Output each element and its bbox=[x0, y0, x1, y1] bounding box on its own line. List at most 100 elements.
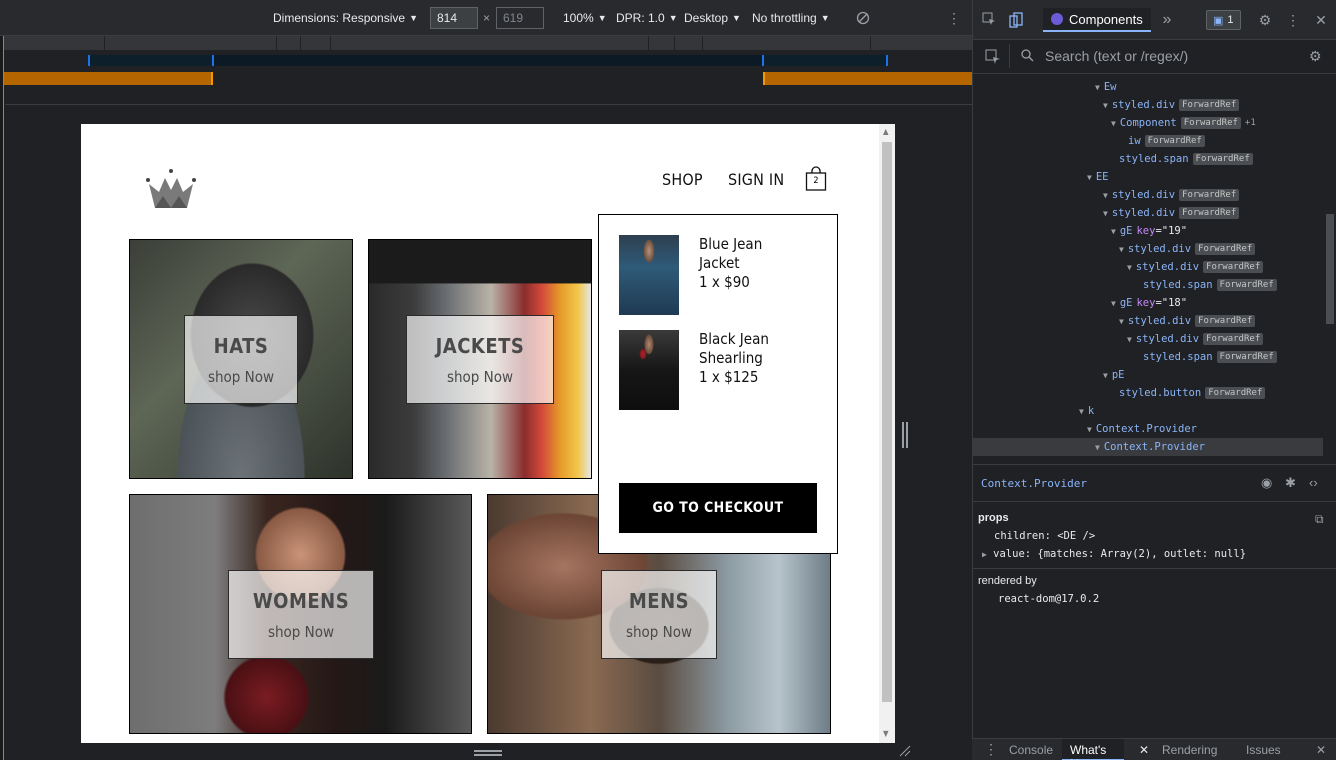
tree-node[interactable]: ▼ styled.div ForwardRef bbox=[1127, 330, 1264, 348]
expand-arrow-icon[interactable]: ▼ bbox=[1111, 299, 1116, 308]
tab-console[interactable]: Console bbox=[1009, 743, 1053, 757]
select-element-icon[interactable] bbox=[985, 49, 1001, 70]
settings-gear-icon[interactable]: ⚙ bbox=[1257, 12, 1273, 28]
react-icon bbox=[1051, 13, 1063, 25]
dpr-dropdown[interactable]: DPR: 1.0 ▼ bbox=[616, 0, 678, 36]
expand-arrow-icon[interactable]: ▼ bbox=[1127, 263, 1132, 272]
eye-icon[interactable]: ◉ bbox=[1261, 475, 1272, 491]
tree-node[interactable]: ▼ styled.div ForwardRef bbox=[1119, 240, 1256, 258]
tree-node[interactable]: ▼ Context.Provider bbox=[1095, 438, 1205, 456]
expand-arrow-icon[interactable]: ▼ bbox=[1103, 191, 1108, 200]
device-toggle-icon[interactable] bbox=[1008, 12, 1024, 28]
height-input[interactable]: 619 bbox=[496, 7, 544, 29]
crown-logo[interactable] bbox=[145, 168, 197, 210]
throttling-dropdown[interactable]: No throttling ▼ bbox=[752, 0, 830, 36]
close-tab-icon[interactable]: ✕ bbox=[1139, 743, 1149, 757]
prop-value-row[interactable]: ▶ value: {matches: Array(2), outlet: nul… bbox=[982, 548, 1336, 560]
tree-node[interactable]: styled.span ForwardRef bbox=[1119, 150, 1253, 168]
tree-node[interactable]: iw ForwardRef bbox=[1128, 132, 1205, 150]
more-tabs-icon[interactable]: » bbox=[1159, 12, 1175, 28]
nav-shop-link[interactable]: SHOP bbox=[662, 170, 703, 189]
tree-node[interactable]: ▼ styled.div ForwardRef bbox=[1103, 204, 1240, 222]
tree-node[interactable]: ▼ styled.div ForwardRef bbox=[1103, 96, 1240, 114]
tree-node[interactable]: ▼ Ew bbox=[1095, 78, 1116, 96]
dimensions-dropdown[interactable]: Dimensions: Responsive ▼ bbox=[273, 0, 418, 36]
expand-arrow-icon[interactable]: ▼ bbox=[1087, 173, 1092, 182]
bug-icon[interactable]: ✱ bbox=[1285, 475, 1296, 491]
expand-arrow-icon[interactable]: ▼ bbox=[1111, 227, 1116, 236]
scrollbar-thumb[interactable] bbox=[1326, 214, 1334, 324]
tree-node[interactable]: ▼ styled.div ForwardRef bbox=[1119, 312, 1256, 330]
view-source-icon[interactable]: ‹› bbox=[1309, 475, 1318, 490]
tree-scrollbar[interactable] bbox=[1323, 74, 1336, 462]
expand-arrow-icon[interactable]: ▼ bbox=[1103, 371, 1108, 380]
tab-whats-new[interactable]: What's New bbox=[1062, 739, 1124, 760]
nav-sign-in-link[interactable]: SIGN IN bbox=[728, 170, 784, 189]
close-drawer-icon[interactable]: ✕ bbox=[1316, 743, 1326, 757]
rotate-icon[interactable] bbox=[856, 0, 870, 36]
prop-value: value: {matches: Array(2), outlet: null} bbox=[993, 548, 1247, 560]
tab-rendering[interactable]: Rendering bbox=[1162, 743, 1217, 757]
emulated-page: SHOP SIGN IN 2 HATS shop Now JACKETS sho… bbox=[81, 124, 895, 743]
category-label-box: MENS shop Now bbox=[601, 570, 717, 659]
scrollbar-thumb[interactable] bbox=[882, 142, 892, 702]
tree-node[interactable]: ▼ pE bbox=[1103, 366, 1124, 384]
category-tile-womens[interactable]: WOMENS shop Now bbox=[129, 494, 472, 734]
zoom-dropdown[interactable]: 100% ▼ bbox=[563, 0, 607, 36]
resize-handle-bottom[interactable] bbox=[474, 750, 502, 758]
expand-arrow-icon[interactable]: ▼ bbox=[1103, 209, 1108, 218]
media-query-bar-blue[interactable] bbox=[4, 51, 972, 70]
expand-arrow-icon[interactable]: ▼ bbox=[1103, 101, 1108, 110]
forwardref-badge: ForwardRef bbox=[1180, 117, 1241, 129]
forwardref-badge: ForwardRef bbox=[1216, 279, 1277, 291]
scroll-up-icon[interactable]: ▲ bbox=[883, 127, 889, 136]
media-query-bar-orange[interactable] bbox=[4, 72, 972, 85]
tree-node[interactable]: ▼ gE key ="18" bbox=[1111, 294, 1187, 312]
expand-arrow-icon[interactable]: ▼ bbox=[1087, 425, 1092, 434]
tree-node[interactable]: ▼ styled.div ForwardRef bbox=[1127, 258, 1264, 276]
expand-arrow-icon[interactable]: ▶ bbox=[982, 550, 987, 559]
issues-badge[interactable]: ▣ 1 bbox=[1206, 10, 1241, 30]
drawer-menu-icon[interactable]: ⋮ bbox=[984, 741, 998, 758]
copy-icon[interactable]: ⧉ bbox=[1315, 512, 1324, 527]
resize-corner-icon[interactable] bbox=[899, 745, 911, 757]
tree-node[interactable]: styled.span ForwardRef bbox=[1143, 276, 1277, 294]
tree-node-key-label: key bbox=[1136, 225, 1156, 237]
expand-arrow-icon[interactable]: ▼ bbox=[1111, 119, 1116, 128]
expand-arrow-icon[interactable]: ▼ bbox=[1119, 317, 1124, 326]
tree-node-name: gE bbox=[1119, 297, 1133, 309]
tree-node-name: styled.div bbox=[1111, 207, 1176, 219]
tree-node[interactable]: styled.button ForwardRef bbox=[1119, 384, 1266, 402]
more-options-icon[interactable]: ⋮ bbox=[947, 0, 961, 36]
page-scrollbar[interactable]: ▲ ▼ bbox=[879, 124, 895, 743]
tree-node[interactable]: ▼ Context.Provider bbox=[1087, 420, 1197, 438]
category-tile-hats[interactable]: HATS shop Now bbox=[129, 239, 353, 479]
tree-node[interactable]: ▼ gE key ="19" bbox=[1111, 222, 1187, 240]
expand-arrow-icon[interactable]: ▼ bbox=[1095, 443, 1100, 452]
resize-handle-right[interactable] bbox=[902, 422, 908, 448]
close-icon[interactable]: ✕ bbox=[1313, 12, 1329, 28]
tab-components[interactable]: Components bbox=[1043, 8, 1151, 32]
checkout-button[interactable]: GO TO CHECKOUT bbox=[619, 483, 817, 533]
width-input[interactable]: 814 bbox=[430, 7, 478, 29]
tree-node[interactable]: ▼ Component ForwardRef +1 bbox=[1111, 114, 1256, 132]
cart-icon[interactable]: 2 bbox=[805, 166, 827, 192]
expand-arrow-icon[interactable]: ▼ bbox=[1079, 407, 1084, 416]
tree-node[interactable]: styled.span ForwardRef bbox=[1143, 348, 1277, 366]
device-type-dropdown[interactable]: Desktop ▼ bbox=[684, 0, 741, 36]
scroll-down-icon[interactable]: ▼ bbox=[883, 729, 889, 738]
component-tree: ▼ Ew ▼ styled.div ForwardRef ▼ Component Forwar… bbox=[973, 74, 1323, 462]
inspect-element-icon[interactable] bbox=[981, 12, 997, 28]
issues-count: 1 bbox=[1227, 14, 1234, 26]
tab-issues[interactable]: Issues bbox=[1246, 743, 1281, 757]
tree-node[interactable]: ▼ k bbox=[1079, 402, 1094, 420]
tree-node[interactable]: ▼ EE bbox=[1087, 168, 1108, 186]
more-options-icon[interactable]: ⋮ bbox=[1285, 12, 1301, 28]
settings-gear-icon[interactable]: ⚙ bbox=[1309, 48, 1322, 65]
search-input[interactable]: Search (text or /regex/) bbox=[1045, 48, 1188, 64]
expand-arrow-icon[interactable]: ▼ bbox=[1119, 245, 1124, 254]
expand-arrow-icon[interactable]: ▼ bbox=[1095, 83, 1100, 92]
tree-node[interactable]: ▼ styled.div ForwardRef bbox=[1103, 186, 1240, 204]
category-tile-jackets[interactable]: JACKETS shop Now bbox=[368, 239, 592, 479]
expand-arrow-icon[interactable]: ▼ bbox=[1127, 335, 1132, 344]
